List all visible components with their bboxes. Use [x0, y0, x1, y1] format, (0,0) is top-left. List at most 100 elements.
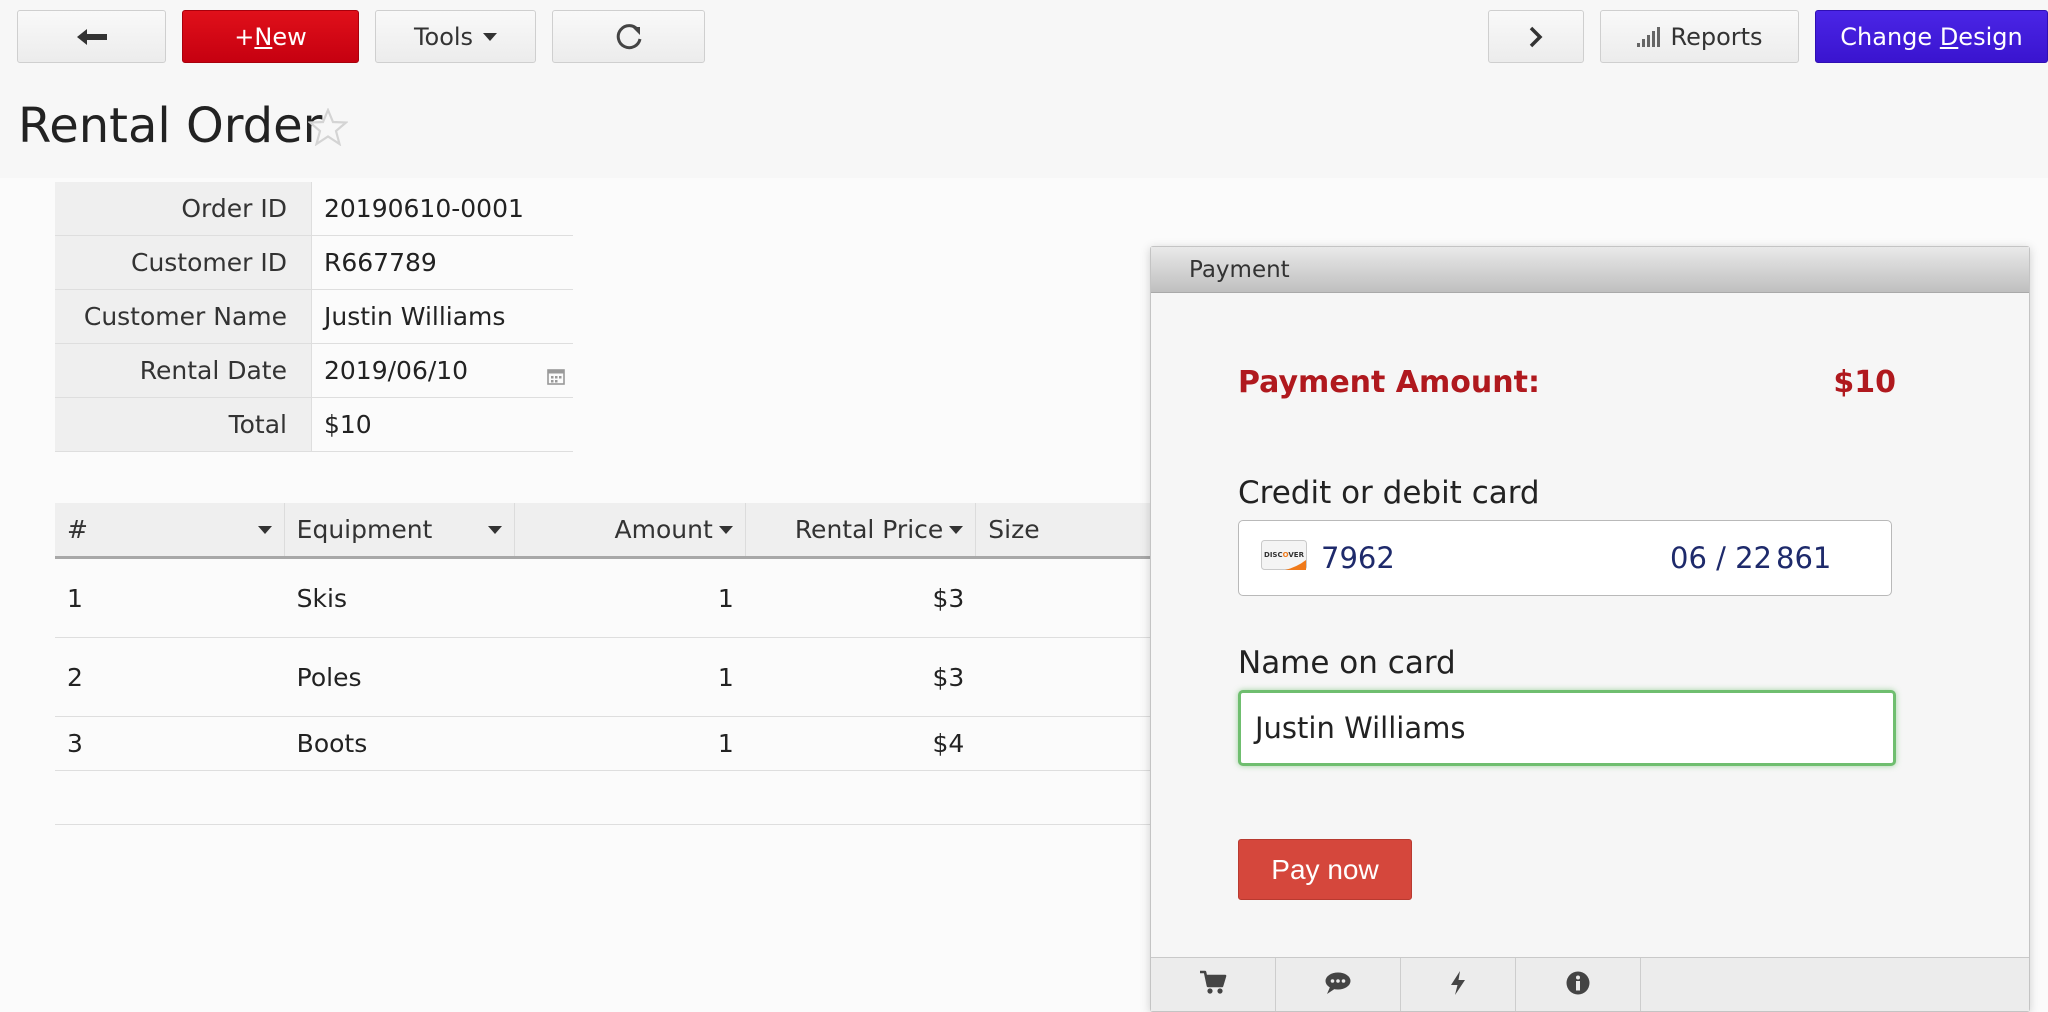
new-button[interactable]: + New — [182, 10, 359, 63]
equipment-cell: Poles — [296, 662, 362, 692]
comment-icon — [1324, 971, 1352, 999]
column-header-label: # — [67, 515, 88, 544]
order-field-row: Customer ID R667789 — [55, 236, 573, 290]
card-cvc: 861 — [1776, 541, 1832, 575]
column-header-amount[interactable]: Amount — [515, 503, 746, 556]
table-row[interactable]: 1 Skis 1 $3 — [55, 559, 1155, 638]
card-number: 7962 — [1321, 541, 1395, 575]
info-icon — [1565, 970, 1591, 1000]
order-id-label: Order ID — [55, 182, 312, 235]
equipment-cell: Boots — [296, 729, 368, 758]
change-design-accesskey: D — [1939, 22, 1959, 51]
column-header-size[interactable]: Size — [976, 503, 1155, 556]
panel-footer-toolbar — [1151, 957, 2029, 1011]
caret-down-icon[interactable] — [257, 525, 272, 534]
customer-name-value[interactable]: Justin Williams — [312, 290, 573, 343]
new-button-prefix: + — [234, 22, 255, 51]
svg-text:DISCOVER: DISCOVER — [1264, 551, 1305, 559]
total-value[interactable]: $10 — [312, 398, 573, 451]
card-input[interactable]: DISCOVER 7962 06 / 22 861 — [1238, 520, 1892, 596]
total-label: Total — [55, 398, 312, 451]
order-info: Order ID 20190610-0001 Customer ID R6677… — [55, 182, 573, 452]
payment-panel-header[interactable]: Payment — [1151, 247, 2029, 293]
amount-cell: 1 — [717, 662, 734, 692]
change-design-button[interactable]: Change Design — [1815, 10, 2048, 63]
order-field-row: Total $10 — [55, 398, 573, 452]
equipment-grid: # Equipment Amount Rental Price Size 1 S… — [55, 503, 1155, 825]
customer-id-label: Customer ID — [55, 236, 312, 289]
footer-cart-button[interactable] — [1151, 958, 1276, 1011]
size-cell — [976, 717, 1155, 770]
lightning-icon — [1449, 970, 1467, 1000]
caret-down-icon[interactable] — [718, 525, 733, 534]
caret-down-icon[interactable] — [949, 525, 964, 534]
rental-price-cell: $3 — [932, 583, 965, 613]
column-header-rental-price[interactable]: Rental Price — [746, 503, 977, 556]
payment-amount-value: $10 — [1833, 365, 1896, 400]
caret-down-icon[interactable] — [488, 525, 503, 534]
pay-now-label: Pay now — [1271, 853, 1379, 885]
name-on-card-input[interactable]: Justin Williams — [1238, 690, 1896, 766]
row-number: 2 — [67, 662, 83, 692]
payment-amount-label: Payment Amount: — [1238, 365, 1540, 400]
caret-down-icon — [483, 32, 498, 41]
signal-bars-icon — [1636, 26, 1662, 48]
reports-button[interactable]: Reports — [1600, 10, 1799, 63]
name-on-card-value: Justin Williams — [1255, 711, 1466, 745]
column-header-label: Amount — [614, 515, 713, 544]
payment-amount-row: Payment Amount: $10 — [1238, 365, 1896, 400]
grid-header: # Equipment Amount Rental Price Size — [55, 503, 1155, 559]
calendar-icon[interactable] — [547, 362, 565, 391]
order-id-value[interactable]: 20190610-0001 — [312, 182, 573, 235]
column-header-label: Rental Price — [794, 515, 944, 544]
page-title: Rental Order — [18, 98, 323, 154]
amount-cell: 1 — [717, 583, 734, 613]
rental-price-cell: $3 — [932, 662, 965, 692]
column-header-label: Size — [988, 515, 1040, 544]
new-button-rest: ew — [272, 22, 307, 51]
column-header-number[interactable]: # — [55, 503, 285, 556]
equipment-cell: Skis — [296, 583, 347, 613]
payment-panel-title: Payment — [1189, 256, 1290, 283]
size-cell — [976, 638, 1155, 716]
footer-action-button[interactable] — [1401, 958, 1516, 1011]
cart-icon — [1199, 970, 1227, 1000]
rental-date-value: 2019/06/10 — [324, 356, 469, 385]
table-row[interactable]: 2 Poles 1 $3 — [55, 638, 1155, 717]
pay-now-button[interactable]: Pay now — [1238, 839, 1412, 900]
change-design-rest: esign — [1958, 22, 2023, 51]
next-button[interactable] — [1488, 10, 1584, 63]
column-header-equipment[interactable]: Equipment — [285, 503, 516, 556]
row-number: 1 — [67, 583, 83, 613]
arrow-left-icon — [76, 27, 108, 47]
table-row-empty[interactable] — [55, 771, 1155, 825]
discover-card-icon: DISCOVER — [1261, 539, 1307, 577]
tools-button[interactable]: Tools — [375, 10, 536, 63]
rental-date-label: Rental Date — [55, 344, 312, 397]
refresh-button[interactable] — [552, 10, 705, 63]
order-field-row: Customer Name Justin Williams — [55, 290, 573, 344]
card-label: Credit or debit card — [1238, 475, 1540, 511]
chevron-right-icon — [1528, 26, 1544, 48]
footer-info-button[interactable] — [1516, 958, 1641, 1011]
rental-price-cell: $4 — [932, 729, 965, 758]
star-icon[interactable] — [307, 107, 349, 150]
customer-name-label: Customer Name — [55, 290, 312, 343]
back-button[interactable] — [17, 10, 166, 63]
amount-cell: 1 — [717, 729, 734, 758]
column-header-label: Equipment — [296, 515, 433, 544]
name-on-card-label: Name on card — [1238, 645, 1456, 681]
reports-button-label: Reports — [1670, 22, 1763, 51]
order-field-row: Rental Date 2019/06/10 — [55, 344, 573, 398]
customer-id-value[interactable]: R667789 — [312, 236, 573, 289]
table-row[interactable]: 3 Boots 1 $4 — [55, 717, 1155, 771]
new-button-accesskey: N — [254, 22, 273, 51]
change-design-before: Change — [1840, 22, 1940, 51]
tools-button-label: Tools — [413, 22, 474, 51]
payment-panel: Payment Payment Amount: $10 Credit or de… — [1150, 246, 2030, 1012]
refresh-icon — [614, 22, 644, 52]
rental-date-field[interactable]: 2019/06/10 — [312, 344, 573, 397]
footer-comment-button[interactable] — [1276, 958, 1401, 1011]
order-field-row: Order ID 20190610-0001 — [55, 182, 573, 236]
row-number: 3 — [67, 729, 83, 758]
